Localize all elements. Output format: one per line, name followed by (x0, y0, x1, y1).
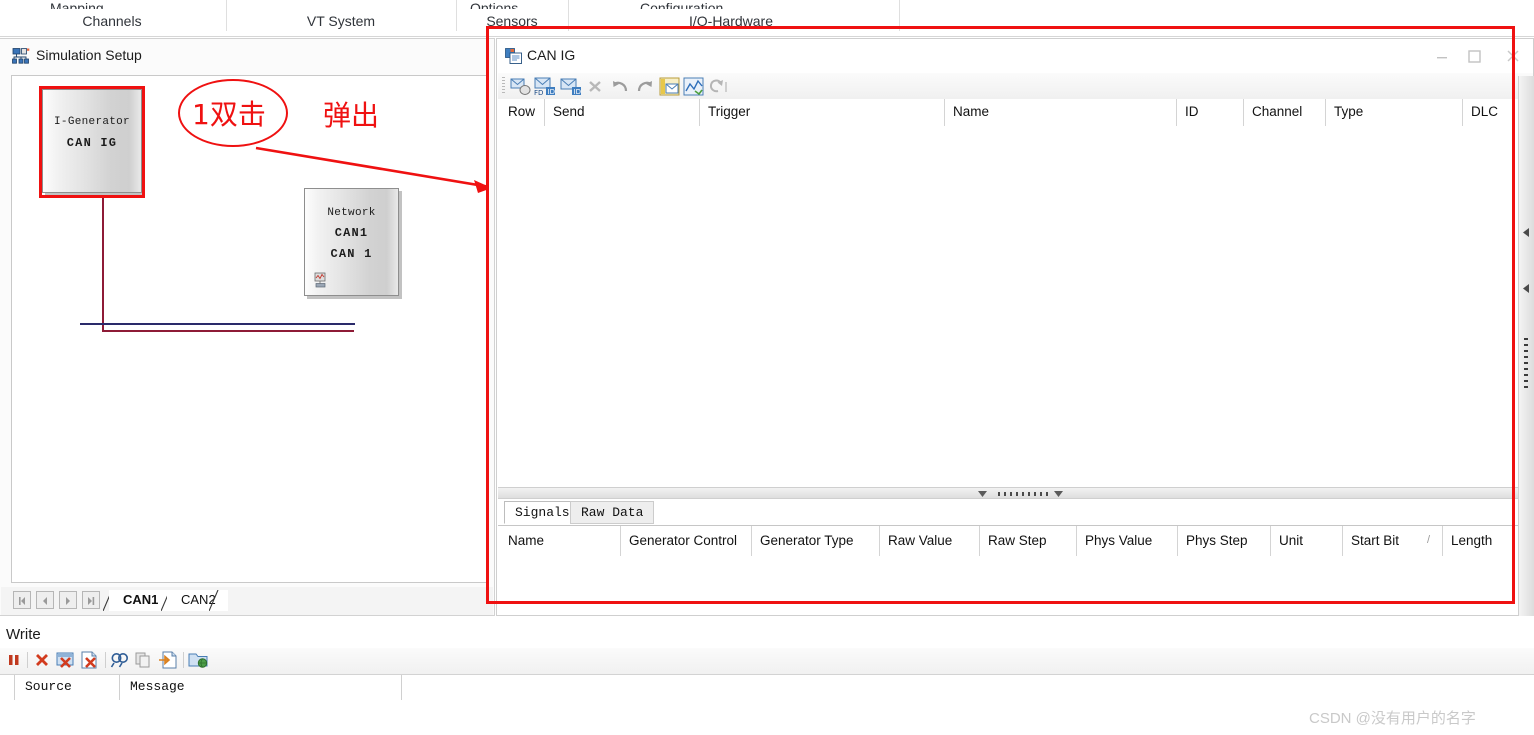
export-button[interactable] (158, 651, 180, 671)
simulation-setup-canvas[interactable]: I-Generator CAN IG Network CAN1 CAN 1 1双… (11, 75, 489, 583)
toolbar-separator-2 (105, 652, 106, 668)
network-node-line2: CAN1 (334, 226, 369, 240)
clear-button[interactable] (32, 651, 54, 671)
write-message-grid[interactable]: Source Message (0, 674, 1534, 735)
simulation-setup-titlebar: Simulation Setup (0, 39, 494, 73)
prev-page-button[interactable] (36, 591, 54, 609)
network-node-icon (12, 48, 30, 64)
write-window: Write Source Message (0, 620, 1534, 735)
right-dock-grip-dots (1524, 338, 1528, 392)
open-folder-button[interactable] (188, 651, 210, 671)
toolbar-separator-3 (183, 652, 184, 668)
copy-button[interactable] (134, 651, 156, 671)
collapse-left-arrow-icon-2[interactable] (1523, 284, 1529, 293)
ribbon-clipped-label-right: Configuration (640, 0, 724, 9)
simulation-setup-window: Simulation Setup I-Generator CAN IG Netw… (0, 38, 495, 616)
right-dock-splitter[interactable] (1518, 76, 1534, 616)
annotation-box-generator (39, 86, 145, 198)
tab-slant-right (209, 590, 219, 611)
network-node[interactable]: Network CAN1 CAN 1 (304, 188, 399, 296)
pause-button[interactable] (4, 651, 26, 671)
column-label: Message (130, 679, 185, 694)
write-toolbar (0, 648, 1534, 674)
last-page-button[interactable] (82, 591, 100, 609)
clear-file-button[interactable] (80, 651, 102, 671)
network-node-line3: CAN 1 (330, 247, 373, 261)
bus-monitor-icon (314, 272, 326, 288)
toolbar-separator (27, 652, 28, 668)
find-button[interactable] (110, 651, 132, 671)
ribbon-group-channels: Channels (82, 13, 142, 29)
column-label: Source (25, 679, 72, 694)
ribbon-separator (226, 0, 227, 31)
first-page-button[interactable] (13, 591, 31, 609)
network-node-line1: Network (327, 207, 376, 219)
sheet-tab-bar: CAN1 CAN2 (1, 587, 493, 615)
next-page-button[interactable] (59, 591, 77, 609)
write-window-title: Write (6, 626, 41, 643)
write-column-header-message[interactable]: Message (120, 675, 402, 700)
annotation-arrow (255, 146, 488, 193)
ribbon-clipped-label-left: Mapping (50, 0, 104, 9)
clear-window-button[interactable] (56, 651, 78, 671)
wire-horizontal-blue (80, 323, 355, 325)
wire-vertical (102, 195, 104, 332)
annotation-box-can-ig-window (486, 26, 1515, 604)
ribbon-group-vt-system: VT System (306, 13, 376, 29)
write-column-header-source[interactable]: Source (14, 675, 120, 700)
collapse-left-arrow-icon[interactable] (1523, 228, 1529, 237)
simulation-setup-title: Simulation Setup (36, 47, 142, 63)
ribbon-clipped-label-mid: Options (470, 0, 519, 9)
csdn-watermark: CSDN @没有用户的名字 (1309, 710, 1476, 727)
wire-horizontal-red (102, 330, 354, 332)
